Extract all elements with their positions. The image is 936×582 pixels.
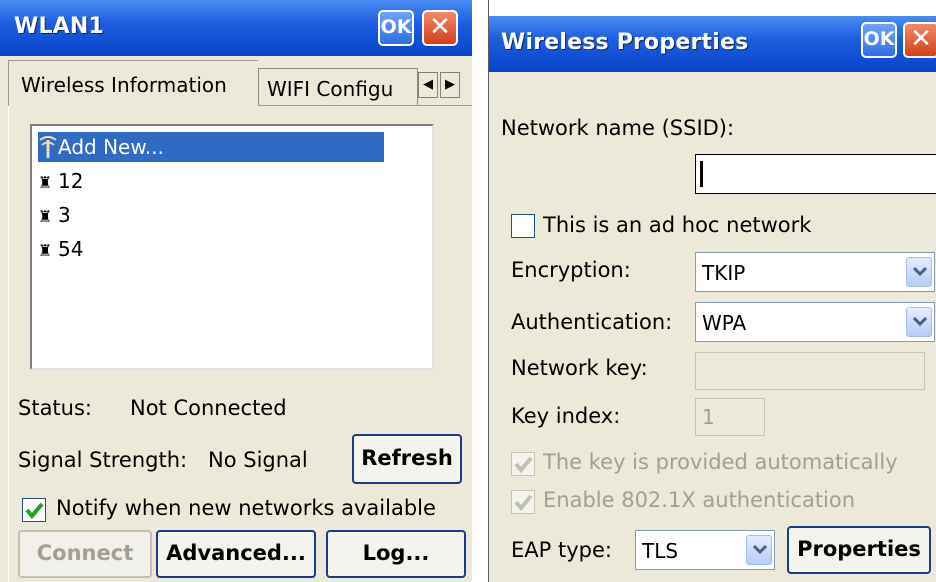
encryption-label: Encryption: [511,258,631,282]
wlan-titlebar: WLAN1 OK ✕ [0,0,472,56]
ssid-label: Network name (SSID): [501,116,735,140]
network-key-input[interactable] [695,352,925,390]
wireless-properties-window: Wireless Properties OK ✕ Network name (S… [488,0,936,582]
notify-checkbox[interactable] [22,498,46,522]
key-index-input[interactable]: 1 [695,398,765,436]
tab-label: WIFI Configu [267,77,394,101]
checkmark-icon [25,502,44,520]
ssid-input[interactable] [695,154,936,194]
eap-properties-button[interactable]: Properties [787,526,931,574]
advanced-button[interactable]: Advanced... [156,530,316,578]
list-item-network[interactable]: ♜ 3 [38,200,71,230]
network-signal-icon: ♜ [38,173,53,192]
key-auto-checkbox[interactable] [511,452,535,476]
list-item-label: 3 [58,203,71,227]
refresh-button[interactable]: Refresh [352,434,462,484]
enable-8021x-label: Enable 802.1X authentication [543,488,856,512]
tab-panel-edge [8,106,9,582]
authentication-label: Authentication: [511,310,673,334]
chevron-down-icon [913,267,927,277]
dropdown-button[interactable] [906,257,932,287]
adhoc-label: This is an ad hoc network [543,213,812,237]
checkmark-icon [514,494,533,512]
connect-button[interactable]: Connect [18,530,152,578]
list-item-label: Add New... [58,135,164,159]
log-button[interactable]: Log... [326,530,466,578]
ok-button[interactable]: OK [378,10,414,46]
enable-8021x-checkbox[interactable] [511,490,535,514]
tab-wifi-config[interactable]: WIFI Configu [258,68,418,106]
notify-label: Notify when new networks available [56,496,436,520]
wlan-title: WLAN1 [14,14,105,39]
dropdown-button[interactable] [906,307,932,337]
tab-wireless-information[interactable]: Wireless Information [8,60,258,106]
checkmark-icon [514,456,533,474]
close-button[interactable]: ✕ [422,10,458,46]
signal-strength-label: Signal Strength: [18,448,188,472]
dropdown-button[interactable] [746,535,772,565]
eap-type-select[interactable]: TLS [635,530,775,570]
network-signal-icon: ♜ [38,241,53,260]
list-item-label: 54 [58,237,84,261]
status-value: Not Connected [130,396,287,420]
tab-label: Wireless Information [21,73,227,97]
network-list[interactable]: Add New... ♜ 12 ♜ 3 ♜ 54 [30,124,434,370]
list-item-network[interactable]: ♜ 12 [38,166,83,196]
list-item-add-new[interactable]: Add New... [38,132,384,162]
chevron-down-icon [753,545,767,555]
tab-divider [258,105,472,106]
window-top-gap [489,0,936,16]
encryption-value: TKIP [702,261,746,285]
list-item-label: 12 [58,169,84,193]
key-index-label: Key index: [511,404,621,428]
eap-type-label: EAP type: [511,538,612,562]
eap-type-value: TLS [642,539,679,563]
authentication-select[interactable]: WPA [695,302,935,342]
encryption-select[interactable]: TKIP [695,252,935,292]
wireless-properties-titlebar: Wireless Properties OK ✕ [489,16,936,72]
key-auto-label: The key is provided automatically [543,450,898,474]
tab-scroll-right-button[interactable]: ▶ [440,72,460,98]
tab-scroll-left-button[interactable]: ◀ [418,72,438,98]
close-button[interactable]: ✕ [903,22,936,58]
network-key-label: Network key: [511,356,648,380]
status-label: Status: [18,396,92,420]
chevron-down-icon [913,317,927,327]
list-item-network[interactable]: ♜ 54 [38,234,83,264]
adhoc-checkbox[interactable] [511,214,535,238]
wireless-properties-title: Wireless Properties [501,30,749,55]
signal-strength-value: No Signal [208,448,308,472]
network-signal-icon: ♜ [38,207,53,226]
authentication-value: WPA [702,311,747,335]
wlan-window: WLAN1 OK ✕ Wireless Information WIFI Con… [0,0,472,582]
key-index-value: 1 [702,405,715,429]
ok-button[interactable]: OK [861,22,897,58]
text-caret [700,161,703,187]
antenna-icon [39,136,57,158]
